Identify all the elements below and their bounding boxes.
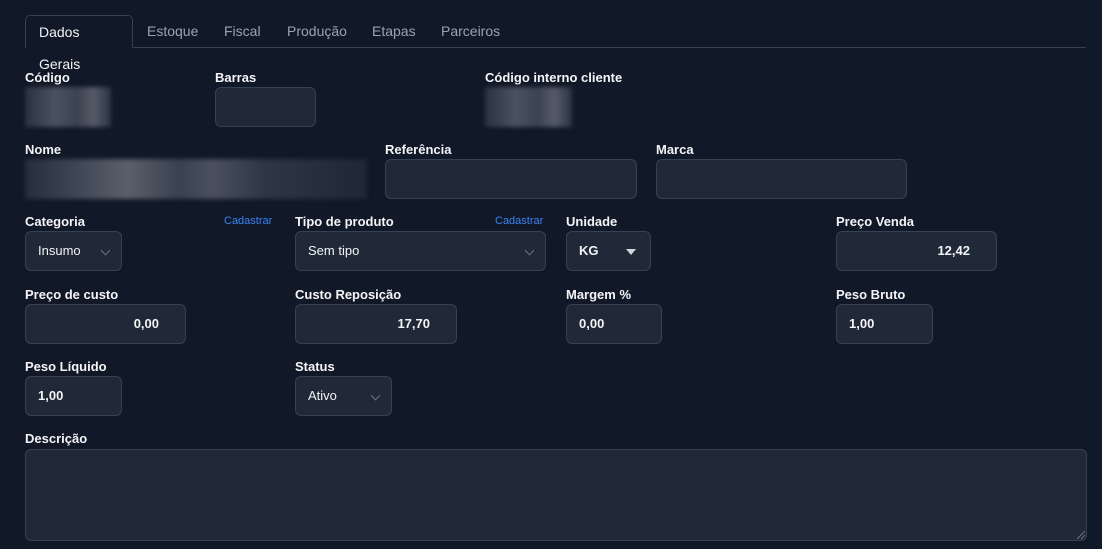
barras-field[interactable] [215, 87, 316, 127]
preco-custo-label: Preço de custo [25, 287, 119, 302]
codigo-interno-label: Código interno cliente [485, 70, 623, 85]
unidade-label: Unidade [566, 214, 618, 229]
categoria-select-value: Insumo [38, 243, 81, 258]
tipo-produto-label: Tipo de produto [295, 214, 394, 229]
categoria-label: Categoria [25, 214, 85, 229]
marca-label: Marca [656, 142, 694, 157]
resize-handle-icon[interactable] [1077, 531, 1085, 539]
margem-label: Margem % [566, 287, 632, 302]
custo-reposicao-label: Custo Reposição [295, 287, 402, 302]
categoria-cadastrar-link[interactable]: Cadastrar [224, 215, 272, 227]
peso-bruto-field[interactable]: 1,00 [836, 304, 933, 344]
preco-venda-field[interactable]: 12,42 [836, 231, 997, 271]
tab-bar: Dados Gerais Estoque Fiscal Produção Eta… [25, 15, 1086, 72]
marca-field[interactable] [656, 159, 907, 199]
codigo-label: Código [25, 70, 70, 85]
tipo-produto-select[interactable]: Sem tipo [295, 231, 546, 271]
status-label: Status [295, 359, 335, 374]
preco-venda-label: Preço Venda [836, 214, 915, 229]
nome-field-redacted[interactable] [25, 159, 367, 199]
status-select-value: Ativo [308, 388, 337, 403]
barras-label: Barras [215, 70, 257, 85]
tab-estoque[interactable]: Estoque [134, 15, 211, 47]
referencia-label: Referência [385, 142, 452, 157]
custo-reposicao-field[interactable]: 17,70 [295, 304, 457, 344]
tipo-produto-cadastrar-link[interactable]: Cadastrar [495, 215, 543, 227]
tab-parceiros[interactable]: Parceiros [428, 15, 513, 47]
peso-bruto-label: Peso Bruto [836, 287, 906, 302]
nome-label: Nome [25, 142, 62, 157]
peso-liquido-field[interactable]: 1,00 [25, 376, 122, 416]
referencia-field[interactable] [385, 159, 637, 199]
tab-fiscal[interactable]: Fiscal [211, 15, 274, 47]
unidade-select-value: KG [579, 243, 599, 258]
tab-etapas[interactable]: Etapas [359, 15, 429, 47]
tipo-produto-select-value: Sem tipo [308, 243, 360, 258]
descricao-textarea[interactable] [25, 449, 1087, 541]
codigo-interno-field-redacted[interactable] [485, 87, 572, 127]
margem-field[interactable]: 0,00 [566, 304, 662, 344]
status-select[interactable]: Ativo [295, 376, 392, 416]
unidade-select[interactable]: KG [566, 231, 651, 271]
categoria-select[interactable]: Insumo [25, 231, 122, 271]
caret-down-icon [626, 249, 636, 255]
chevron-down-icon [524, 245, 535, 256]
chevron-down-icon [370, 390, 381, 401]
preco-custo-field[interactable]: 0,00 [25, 304, 186, 344]
peso-liquido-label: Peso Líquido [25, 359, 107, 374]
tab-dados-gerais[interactable]: Dados Gerais [25, 15, 133, 72]
tab-producao[interactable]: Produção [274, 15, 360, 47]
codigo-field-redacted[interactable] [25, 87, 111, 127]
chevron-down-icon [100, 245, 111, 256]
descricao-label: Descrição [25, 431, 88, 446]
